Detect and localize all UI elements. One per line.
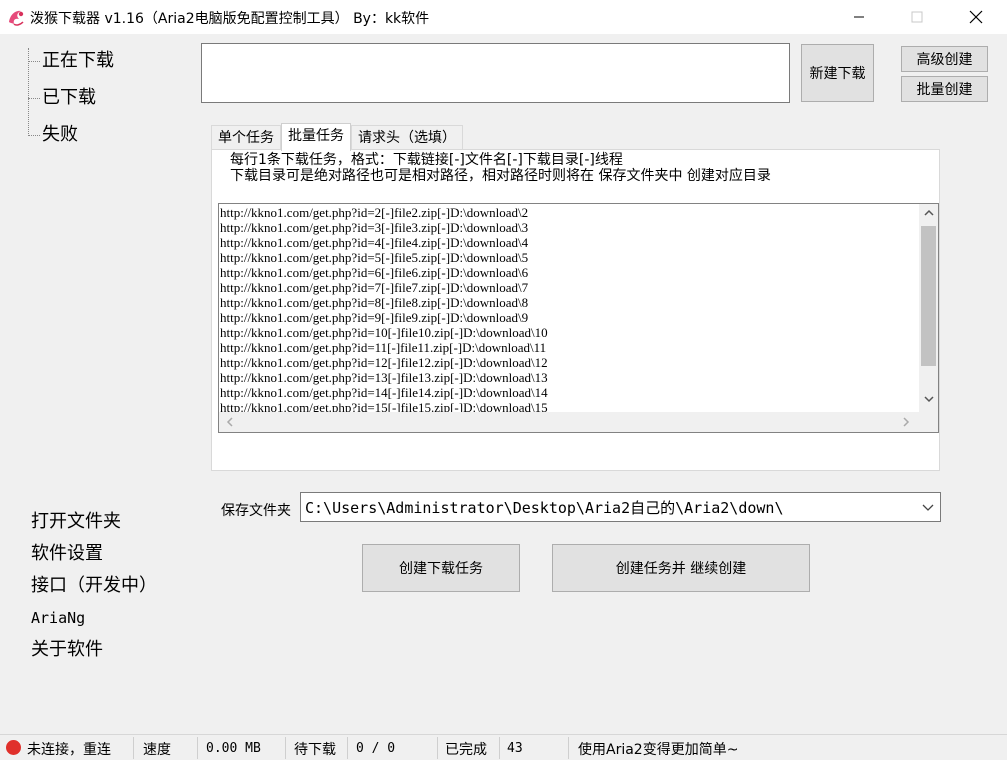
minimize-icon	[854, 16, 864, 18]
close-button[interactable]	[946, 0, 1006, 34]
monkey-logo-icon	[9, 10, 24, 26]
url-input[interactable]	[201, 43, 790, 103]
save-folder-select[interactable]: C:\Users\Administrator\Desktop\Aria2自己的\…	[300, 492, 941, 522]
ariang-link[interactable]: AriaNg	[31, 604, 157, 636]
vertical-scroll-thumb[interactable]	[921, 226, 936, 366]
settings-link[interactable]: 软件设置	[31, 540, 157, 572]
batch-line: http://kkno1.com/get.php?id=9[-]file9.zi…	[220, 310, 529, 325]
divider	[499, 737, 500, 759]
minimize-button[interactable]	[829, 0, 889, 34]
maximize-button[interactable]	[887, 0, 947, 34]
slogan-text: 使用Aria2变得更加简单~	[578, 742, 739, 758]
pending-value: 0 / 0	[356, 741, 396, 756]
batch-line: http://kkno1.com/get.php?id=3[-]file3.zi…	[220, 220, 529, 235]
save-folder-value: C:\Users\Administrator\Desktop\Aria2自己的\…	[305, 499, 784, 517]
divider	[347, 737, 348, 759]
tree-item-failed[interactable]: 失败	[24, 122, 114, 159]
batch-line: http://kkno1.com/get.php?id=8[-]file8.zi…	[220, 295, 529, 310]
tab-batch-task[interactable]: 批量任务	[281, 123, 351, 151]
scroll-right-icon[interactable]	[897, 412, 915, 432]
batch-create-button[interactable]: 批量创建	[901, 76, 988, 102]
speed-value: 0.00 MB	[206, 741, 261, 756]
batch-tab-content: 每行1条下载任务，格式：下载链接[-]文件名[-]下载目录[-]线程 下载目录可…	[211, 149, 940, 471]
create-task-button[interactable]: 创建下载任务	[362, 544, 520, 592]
scroll-left-icon[interactable]	[221, 412, 239, 432]
pending-label: 待下载	[294, 742, 336, 758]
close-icon	[969, 10, 983, 24]
create-and-continue-button[interactable]: 创建任务并 继续创建	[552, 544, 810, 592]
done-value: 43	[507, 741, 523, 756]
advanced-create-button[interactable]: 高级创建	[901, 46, 988, 72]
batch-hint-line2: 下载目录可是绝对路径也可是相对路径，相对路径时则将在 保存文件夹中 创建对应目录	[230, 168, 771, 184]
scroll-up-icon[interactable]	[919, 204, 938, 222]
batch-line: http://kkno1.com/get.php?id=2[-]file2.zi…	[220, 205, 529, 220]
open-folder-link[interactable]: 打开文件夹	[31, 508, 157, 540]
divider	[285, 737, 286, 759]
save-folder-label: 保存文件夹	[221, 503, 291, 519]
batch-line: http://kkno1.com/get.php?id=11[-]file11.…	[220, 340, 547, 355]
batch-line: http://kkno1.com/get.php?id=7[-]file7.zi…	[220, 280, 529, 295]
batch-textarea[interactable]: http://kkno1.com/get.php?id=2[-]file2.zi…	[218, 203, 939, 433]
tree-item-downloaded[interactable]: 已下载	[24, 85, 114, 122]
scroll-down-icon[interactable]	[919, 390, 938, 408]
api-link[interactable]: 接口（开发中）	[31, 572, 157, 604]
horizontal-scrollbar[interactable]	[219, 412, 919, 432]
window-title: 泼猴下载器 v1.16（Aria2电脑版免配置控制工具） By：kk软件	[30, 11, 430, 27]
new-download-button[interactable]: 新建下载	[801, 44, 874, 102]
status-bar: 未连接，重连 速度 0.00 MB 待下载 0 / 0 已完成 43 使用Ari…	[0, 734, 1007, 760]
connection-status[interactable]: 未连接，重连	[27, 739, 111, 759]
done-label: 已完成	[445, 742, 487, 758]
batch-line: http://kkno1.com/get.php?id=10[-]file10.…	[220, 325, 548, 340]
connection-status-icon	[6, 740, 21, 755]
tab-request-headers[interactable]: 请求头（选填）	[351, 125, 463, 151]
sidebar: 正在下载 已下载 失败 打开文件夹 软件设置 接口（开发中） AriaNg 关于…	[0, 34, 184, 734]
scroll-corner	[919, 412, 938, 432]
batch-line: http://kkno1.com/get.php?id=4[-]file4.zi…	[220, 235, 529, 250]
tree-item-downloading[interactable]: 正在下载	[24, 48, 114, 85]
main-panel: 新建下载 高级创建 批量创建 单个任务 批量任务 请求头（选填） 每行1条下载任…	[184, 34, 1007, 734]
divider	[197, 737, 198, 759]
task-tree: 正在下载 已下载 失败	[24, 48, 114, 159]
batch-hint: 每行1条下载任务，格式：下载链接[-]文件名[-]下载目录[-]线程 下载目录可…	[230, 152, 771, 184]
batch-hint-line1: 每行1条下载任务，格式：下载链接[-]文件名[-]下载目录[-]线程	[230, 152, 623, 168]
batch-line: http://kkno1.com/get.php?id=5[-]file5.zi…	[220, 250, 529, 265]
batch-line: http://kkno1.com/get.php?id=13[-]file13.…	[220, 370, 548, 385]
vertical-scrollbar[interactable]	[919, 204, 938, 412]
batch-line: http://kkno1.com/get.php?id=14[-]file14.…	[220, 385, 548, 400]
side-menu: 打开文件夹 软件设置 接口（开发中） AriaNg 关于软件	[31, 508, 157, 668]
batch-line: http://kkno1.com/get.php?id=6[-]file6.zi…	[220, 265, 529, 280]
divider	[437, 737, 438, 759]
divider	[133, 737, 134, 759]
speed-label: 速度	[143, 742, 171, 758]
divider	[568, 737, 569, 759]
chevron-down-icon[interactable]	[920, 499, 936, 515]
title-bar: 泼猴下载器 v1.16（Aria2电脑版免配置控制工具） By：kk软件	[0, 0, 1007, 34]
task-tabs: 单个任务 批量任务 请求头（选填） 每行1条下载任务，格式：下载链接[-]文件名…	[211, 123, 940, 471]
maximize-icon	[911, 11, 923, 23]
batch-line: http://kkno1.com/get.php?id=12[-]file12.…	[220, 355, 548, 370]
about-link[interactable]: 关于软件	[31, 636, 157, 668]
tab-strip: 单个任务 批量任务 请求头（选填）	[211, 123, 463, 151]
batch-lines[interactable]: http://kkno1.com/get.php?id=2[-]file2.zi…	[220, 205, 917, 413]
tab-single-task[interactable]: 单个任务	[211, 125, 281, 151]
